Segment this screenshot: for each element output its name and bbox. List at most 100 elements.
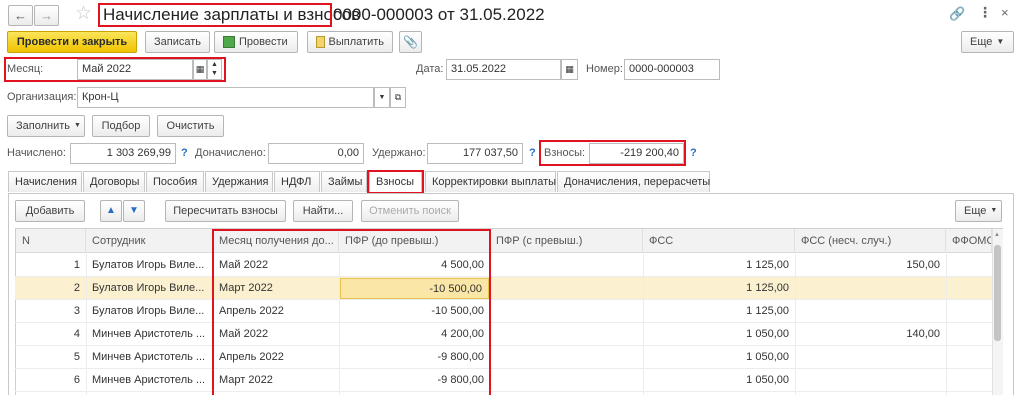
org-open[interactable]: ⧉: [390, 87, 406, 108]
col-divider: [643, 254, 644, 395]
contrib-help-link[interactable]: ?: [690, 143, 697, 164]
calendar-icon: ▦: [195, 64, 205, 74]
calendar-button[interactable]: ▦: [193, 59, 207, 80]
more-vert-icon[interactable]: ⋮: [978, 4, 992, 21]
row-pfr: 4 200,00: [441, 328, 484, 340]
row-fss-accident: 140,00: [906, 328, 940, 340]
row-employee: Булатов Игорь Виле...: [92, 282, 205, 294]
pay-button[interactable]: Выплатить: [307, 31, 393, 53]
withheld-label: Удержано:: [372, 147, 426, 159]
recalc-button[interactable]: Пересчитать взносы: [165, 200, 286, 222]
table-row[interactable]: 4 Минчев Аристотель ... Май 2022 4 200,0…: [15, 323, 993, 346]
org-dropdown[interactable]: ▼: [374, 87, 390, 108]
row-employee: Минчев Аристотель ...: [92, 328, 206, 340]
col-divider: [86, 254, 87, 395]
row-n: 1: [73, 259, 80, 271]
row-pfr: -9 800,00: [437, 374, 484, 386]
col-fss[interactable]: ФСС: [643, 229, 795, 253]
save-button[interactable]: Записать: [145, 31, 210, 53]
date-calendar-button[interactable]: ▦: [561, 59, 578, 80]
forward-button[interactable]: →: [34, 5, 59, 26]
withheld-value: 177 037,50: [427, 143, 523, 164]
tab-accruals[interactable]: Начисления: [8, 171, 82, 192]
down-arrow-icon: ▼: [129, 205, 139, 216]
row-fss-accident: [795, 300, 946, 323]
col-pfr-after[interactable]: ПФР (с превыш.): [490, 229, 643, 253]
forward-icon: →: [40, 7, 53, 23]
month-label: Месяц:: [7, 63, 44, 75]
chevron-down-icon: ▼: [74, 122, 81, 129]
table-row[interactable]: 1 Булатов Игорь Виле... Май 2022 4 500,0…: [15, 254, 993, 277]
col-n[interactable]: N: [16, 229, 86, 253]
star-icon[interactable]: ☆: [75, 2, 92, 26]
table-row-selected[interactable]: 2 Булатов Игорь Виле... Март 2022 -10 50…: [15, 277, 993, 300]
col-pfr-before[interactable]: ПФР (до превыш.): [339, 229, 490, 253]
row-fss: 1 125,00: [746, 259, 789, 271]
tab-contributions[interactable]: Взносы: [369, 171, 422, 193]
month-field[interactable]: Май 2022: [77, 59, 193, 80]
scroll-up-icon[interactable]: ▲: [994, 232, 1000, 238]
row-pfr: 4 500,00: [441, 259, 484, 271]
col-ffoms[interactable]: ФФОМС: [946, 229, 992, 253]
row-employee: Булатов Игорь Виле...: [92, 259, 205, 271]
add-button[interactable]: Добавить: [15, 200, 85, 222]
col-divider: [339, 254, 340, 395]
tab-deductions[interactable]: Удержания: [205, 171, 273, 192]
col-employee[interactable]: Сотрудник: [86, 229, 213, 253]
clear-button[interactable]: Очистить: [157, 115, 224, 137]
tab-recalculations[interactable]: Доначисления, перерасчеты: [557, 171, 710, 192]
row-fss: 1 125,00: [746, 282, 789, 294]
table-row[interactable]: 5 Минчев Аристотель ... Апрель 2022 -9 8…: [15, 346, 993, 369]
post-button[interactable]: Провести: [214, 31, 298, 53]
row-pfr: -9 800,00: [437, 351, 484, 363]
fill-button[interactable]: Заполнить ▼: [7, 115, 85, 137]
move-down-button[interactable]: ▼: [123, 200, 145, 222]
org-field[interactable]: Крон-Ц: [77, 87, 374, 108]
tab-payment-corrections[interactable]: Корректировки выплаты: [425, 171, 556, 192]
cancel-search-button[interactable]: Отменить поиск: [361, 200, 459, 222]
close-icon[interactable]: ×: [1001, 5, 1009, 20]
window-title: Начисление зарплаты и взносов: [103, 4, 360, 26]
row-pfr-after: [490, 300, 643, 323]
row-month: Март 2022: [219, 374, 273, 386]
row-n: 5: [73, 351, 80, 363]
row-pfr-after: [490, 254, 643, 277]
accrued-help-link[interactable]: ?: [181, 143, 188, 164]
tab-ndfl[interactable]: НДФЛ: [274, 171, 320, 192]
tab-contracts[interactable]: Договоры: [83, 171, 145, 192]
number-field[interactable]: 0000-000003: [624, 59, 720, 80]
row-pfr-after: [490, 369, 643, 392]
move-up-button[interactable]: ▲: [100, 200, 122, 222]
up-arrow-icon: ▲: [106, 205, 116, 216]
row-n: 6: [73, 374, 80, 386]
row-pfr[interactable]: -10 500,00: [340, 278, 489, 299]
more-button[interactable]: Еще ▼: [961, 31, 1014, 53]
col-divider: [490, 254, 491, 395]
col-month[interactable]: Месяц получения до...: [213, 229, 339, 253]
col-divider: [795, 254, 796, 395]
back-button[interactable]: ←: [8, 5, 33, 26]
accrued-value: 1 303 269,99: [70, 143, 176, 164]
scrollbar-thumb[interactable]: [994, 245, 1001, 341]
row-fss: 1 125,00: [746, 305, 789, 317]
link-icon[interactable]: 🔗: [949, 6, 965, 22]
row-fss: 1 050,00: [746, 328, 789, 340]
month-stepper[interactable]: ▲ ▼: [207, 59, 222, 80]
date-label: Дата:: [416, 63, 444, 75]
table-more-button[interactable]: Еще ▼: [955, 200, 1002, 222]
col-fss-accident[interactable]: ФСС (несч. случ.): [795, 229, 946, 253]
row-pfr-after: [490, 346, 643, 369]
chevron-down-icon: ▼: [990, 207, 998, 214]
tab-loans[interactable]: Займы: [321, 171, 367, 192]
attach-button[interactable]: 📎: [399, 31, 422, 53]
date-field[interactable]: 31.05.2022: [446, 59, 561, 80]
select-button[interactable]: Подбор: [92, 115, 150, 137]
row-n: 4: [73, 328, 80, 340]
find-button[interactable]: Найти...: [293, 200, 353, 222]
post-and-close-button[interactable]: Провести и закрыть: [7, 31, 137, 53]
tab-benefits[interactable]: Пособия: [146, 171, 204, 192]
table-row[interactable]: 6 Минчев Аристотель ... Март 2022 -9 800…: [15, 369, 993, 392]
post-doc-icon: [223, 36, 235, 48]
withheld-help-link[interactable]: ?: [529, 143, 536, 164]
table-row[interactable]: 3 Булатов Игорь Виле... Апрель 2022 -10 …: [15, 300, 993, 323]
